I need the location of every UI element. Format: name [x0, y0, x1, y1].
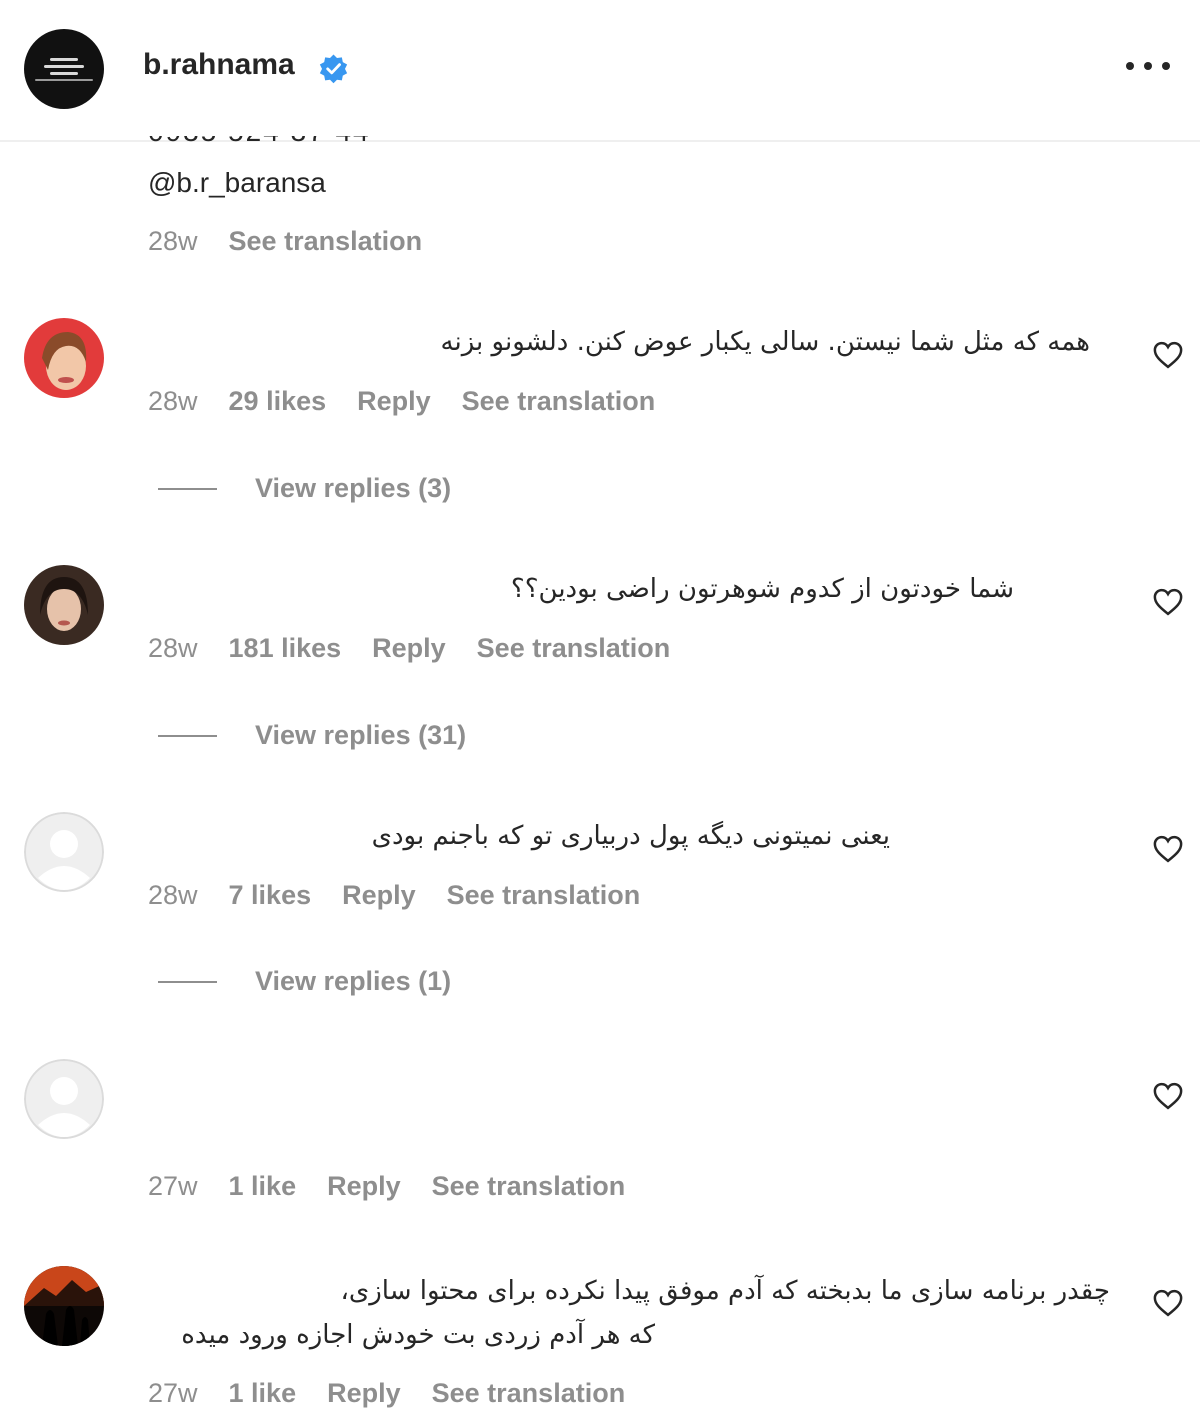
see-translation-button[interactable]: See translation — [432, 1171, 626, 1202]
comment-time[interactable]: 28w — [148, 880, 198, 911]
view-replies-button[interactable]: View replies (1) — [158, 966, 451, 997]
heart-icon[interactable] — [1153, 341, 1183, 369]
comment-likes[interactable]: 181 likes — [229, 633, 342, 664]
comment-likes[interactable]: 1 like — [229, 1171, 297, 1202]
comment-text-line: چقدر برنامه سازی ما بدبخته که آدم موفق پ… — [340, 1276, 1110, 1306]
heart-icon[interactable] — [1153, 1082, 1183, 1110]
view-replies-label: View replies (1) — [255, 966, 452, 996]
comment-avatar[interactable] — [24, 812, 104, 892]
comment-meta: 28w 7 likes Reply See translation — [148, 880, 640, 911]
reply-button[interactable]: Reply — [327, 1378, 401, 1409]
comment-avatar[interactable] — [24, 1266, 104, 1346]
see-translation-button[interactable]: See translation — [462, 386, 656, 417]
replies-divider-line — [158, 487, 217, 490]
comment-time[interactable]: 27w — [148, 1378, 198, 1409]
comment-text: شما خودتون از کدوم شوهرتون راضی بودین؟؟ — [510, 574, 1014, 604]
comment-avatar[interactable] — [24, 318, 104, 398]
see-translation-button[interactable]: See translation — [432, 1378, 626, 1409]
comment-likes[interactable]: 7 likes — [229, 880, 312, 911]
heart-icon[interactable] — [1153, 835, 1183, 863]
comment-meta: 28w 29 likes Reply See translation — [148, 386, 655, 417]
reply-button[interactable]: Reply — [372, 633, 446, 664]
reply-button[interactable]: Reply — [327, 1171, 401, 1202]
profile-avatar[interactable] — [24, 29, 104, 109]
view-replies-label: View replies (31) — [255, 720, 467, 750]
heart-icon[interactable] — [1153, 588, 1183, 616]
comment-time[interactable]: 28w — [148, 633, 198, 664]
comment-meta: 27w 1 like Reply See translation — [148, 1171, 625, 1202]
comment-meta: 28w 181 likes Reply See translation — [148, 633, 670, 664]
profile-username[interactable]: b.rahnama — [143, 48, 295, 82]
view-replies-button[interactable]: View replies (31) — [158, 720, 466, 751]
reply-button[interactable]: Reply — [342, 880, 416, 911]
comment-avatar[interactable] — [24, 565, 104, 645]
caption-meta: 28w See translation — [148, 226, 422, 257]
caption-mention-link[interactable]: @b.r_baransa — [148, 167, 326, 199]
see-translation-button[interactable]: See translation — [229, 226, 423, 257]
comment-avatar[interactable] — [24, 1059, 104, 1139]
comment-time[interactable]: 27w — [148, 1171, 198, 1202]
see-translation-button[interactable]: See translation — [447, 880, 641, 911]
more-options-icon[interactable] — [1126, 62, 1170, 74]
reply-button[interactable]: Reply — [357, 386, 431, 417]
view-replies-label: View replies (3) — [255, 473, 452, 503]
comment-time[interactable]: 28w — [148, 386, 198, 417]
caption-time[interactable]: 28w — [148, 226, 198, 257]
replies-divider-line — [158, 980, 217, 983]
verified-badge-icon — [319, 54, 348, 84]
caption-partial-text: 0935 524 37 44 — [148, 136, 388, 148]
replies-divider-line — [158, 734, 217, 737]
see-translation-button[interactable]: See translation — [477, 633, 671, 664]
comment-text: همه که مثل شما نیستن. سالی یکبار عوض کنن… — [440, 327, 1090, 357]
comment-likes[interactable]: 29 likes — [229, 386, 327, 417]
comment-text-line: که هر آدم زردی بت خودش اجازه ورود میده — [181, 1320, 655, 1350]
post-header: b.rahnama — [0, 0, 1200, 142]
comment-likes[interactable]: 1 like — [229, 1378, 297, 1409]
comment-meta: 27w 1 like Reply See translation — [148, 1378, 625, 1409]
comment-text: یعنی نمیتونی دیگه پول دربیاری تو که باجن… — [371, 821, 890, 851]
view-replies-button[interactable]: View replies (3) — [158, 473, 451, 504]
heart-icon[interactable] — [1153, 1289, 1183, 1317]
